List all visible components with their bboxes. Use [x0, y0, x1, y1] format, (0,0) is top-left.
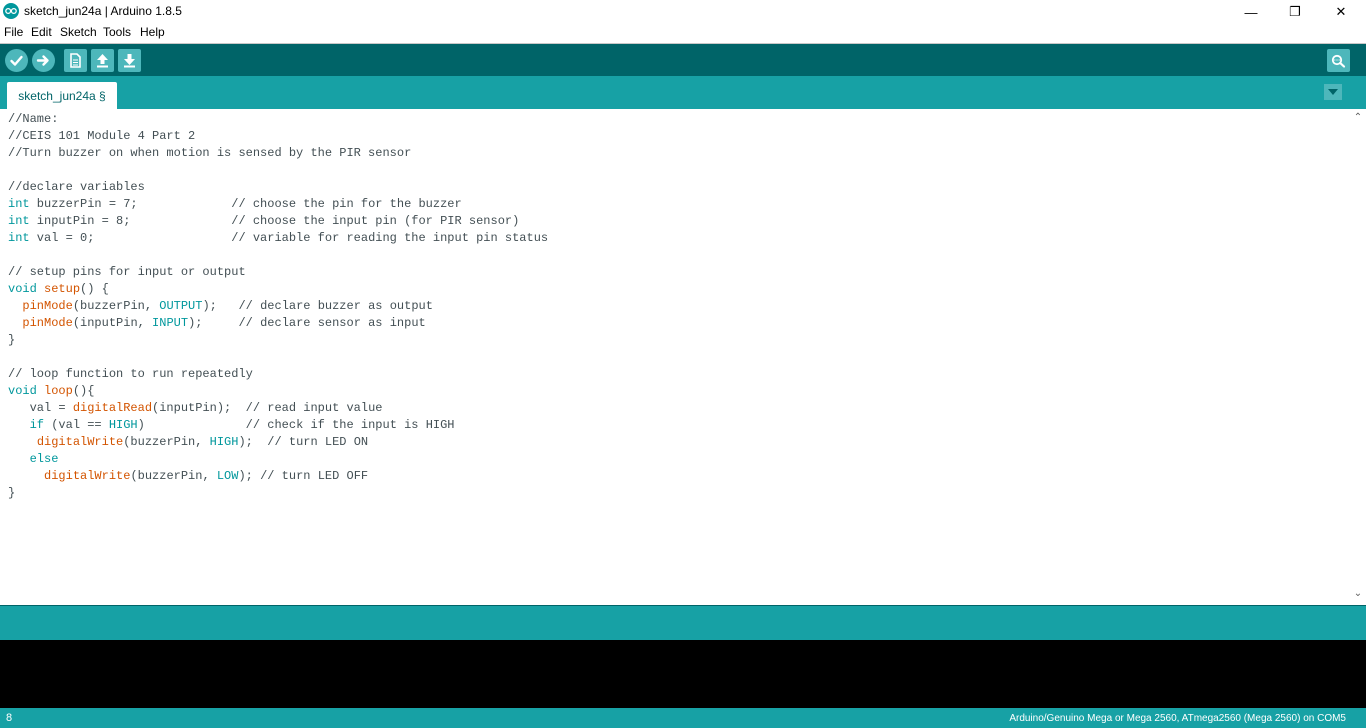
verify-button[interactable]: [5, 49, 28, 72]
menu-file[interactable]: File: [4, 25, 23, 39]
scroll-down-icon[interactable]: ⌄: [1353, 589, 1363, 599]
code-line: // setup pins for input or output: [8, 265, 246, 279]
code-line: if (val == HIGH) // check if the input i…: [29, 418, 455, 432]
message-area: [0, 605, 1366, 641]
code-line: int val = 0; // variable for reading the…: [8, 231, 549, 245]
toolbar: [0, 44, 1366, 76]
code-line: digitalWrite(buzzerPin, LOW); // turn LE…: [44, 469, 369, 483]
console-output[interactable]: [0, 640, 1366, 708]
menu-sketch[interactable]: Sketch: [60, 25, 97, 39]
serial-monitor-button[interactable]: [1327, 49, 1350, 72]
scroll-up-icon[interactable]: ⌃: [1353, 113, 1363, 123]
upload-icon: [36, 55, 49, 66]
code-line: //Name:: [8, 112, 59, 126]
menu-help[interactable]: Help: [140, 25, 165, 39]
tab-menu-button[interactable]: [1324, 84, 1342, 100]
maximize-button[interactable]: ❐: [1272, 0, 1318, 24]
title-bar: sketch_jun24a | Arduino 1.8.5 — ❐ ✕: [0, 0, 1366, 24]
board-info: Arduino/Genuino Mega or Mega 2560, ATmeg…: [1009, 713, 1346, 724]
code-line: pinMode(buzzerPin, OUTPUT); // declare b…: [22, 299, 433, 313]
serial-monitor-icon: [1331, 54, 1346, 68]
code-editor[interactable]: //Name: //CEIS 101 Module 4 Part 2 //Tur…: [0, 109, 1350, 605]
save-button[interactable]: [118, 49, 141, 72]
tab-bar: sketch_jun24a §: [0, 76, 1366, 109]
menu-edit[interactable]: Edit: [31, 25, 52, 39]
arduino-logo-icon: [3, 3, 19, 19]
menu-tools[interactable]: Tools: [103, 25, 131, 39]
code-line: pinMode(inputPin, INPUT); // declare sen…: [22, 316, 426, 330]
verify-icon: [10, 55, 23, 66]
code-line: else: [29, 452, 59, 466]
code-line: }: [8, 486, 16, 500]
open-icon: [97, 54, 108, 68]
save-icon: [124, 54, 135, 68]
code-line: //Turn buzzer on when motion is sensed b…: [8, 146, 412, 160]
code-line: void loop(){: [8, 384, 95, 398]
code-line: }: [8, 333, 16, 347]
code-line: //CEIS 101 Module 4 Part 2: [8, 129, 196, 143]
code-line: digitalWrite(buzzerPin, HIGH); // turn L…: [36, 435, 369, 449]
line-number: 8: [6, 712, 13, 724]
window-title: sketch_jun24a | Arduino 1.8.5: [24, 4, 182, 18]
menu-bar: File Edit Sketch Tools Help: [0, 24, 1366, 44]
chevron-down-icon: [1328, 89, 1338, 95]
open-button[interactable]: [91, 49, 114, 72]
editor-scrollbar[interactable]: ⌃ ⌄: [1350, 109, 1366, 605]
code-line: int buzzerPin = 7; // choose the pin for…: [8, 197, 462, 211]
code-line: int inputPin = 8; // choose the input pi…: [8, 214, 520, 228]
code-line: val = digitalRead(inputPin); // read inp…: [8, 401, 383, 415]
upload-button[interactable]: [32, 49, 55, 72]
code-line: void setup() {: [8, 282, 109, 296]
close-button[interactable]: ✕: [1318, 0, 1364, 24]
new-icon: [70, 53, 81, 68]
minimize-button[interactable]: —: [1228, 0, 1274, 24]
status-bar: 8 Arduino/Genuino Mega or Mega 2560, ATm…: [0, 708, 1366, 728]
tab-sketch-jun24a[interactable]: sketch_jun24a §: [7, 82, 117, 109]
code-line: //declare variables: [8, 180, 145, 194]
code-line: // loop function to run repeatedly: [8, 367, 253, 381]
new-button[interactable]: [64, 49, 87, 72]
